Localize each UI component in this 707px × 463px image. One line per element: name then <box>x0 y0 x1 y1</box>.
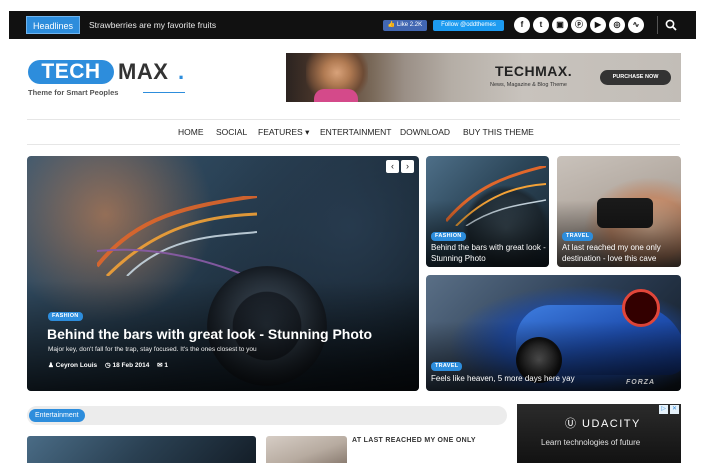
pinterest-icon[interactable]: ⓟ <box>571 17 587 33</box>
card-title-link[interactable]: At last reached my one only destination … <box>562 242 680 264</box>
purchase-now-button[interactable]: PURCHASE NOW <box>600 70 671 85</box>
hero-author[interactable]: ♟ Ceyron Louis <box>48 362 97 369</box>
ad-choices-icon[interactable]: ▷ <box>659 405 668 414</box>
post-thumbnail[interactable] <box>27 436 256 463</box>
nav-item-buy-this-theme[interactable]: BUY THIS THEME <box>463 127 534 137</box>
ad-logo: Ⓤ UDACITY <box>565 418 641 430</box>
headlines-label: Headlines <box>26 16 81 34</box>
nav-divider-top <box>27 119 680 120</box>
rss-icon[interactable]: ∿ <box>628 17 644 33</box>
card-title-link[interactable]: Behind the bars with great look - Stunni… <box>431 242 549 264</box>
facebook-icon[interactable]: f <box>514 17 530 33</box>
featured-slider[interactable] <box>27 156 419 391</box>
banner-person-shirt <box>314 89 358 102</box>
logo-part-tech: TECH <box>28 60 114 84</box>
banner-title: TECHMAX. <box>495 63 573 79</box>
forza-watermark: FORZA <box>626 379 656 386</box>
post-card[interactable]: TRAVEL At last reached my one only desti… <box>557 156 681 267</box>
card-category-badge[interactable]: TRAVEL <box>431 362 463 371</box>
site-tagline: Theme for Smart Peoples <box>28 88 119 97</box>
dribbble-icon[interactable]: ◎ <box>609 17 625 33</box>
instagram-icon[interactable]: ▣ <box>552 17 568 33</box>
youtube-icon[interactable]: ▶ <box>590 17 606 33</box>
slider-next-button[interactable]: › <box>401 160 414 173</box>
ad-close-icon[interactable]: ✕ <box>670 405 679 414</box>
banner-subtitle: News, Magazine & Blog Theme <box>490 82 567 88</box>
section-label-entertainment[interactable]: Entertainment <box>29 409 85 422</box>
post-card[interactable]: FASHION Behind the bars with great look … <box>426 156 549 267</box>
post-thumbnail[interactable] <box>266 436 347 463</box>
card-category-badge[interactable]: FASHION <box>431 232 466 241</box>
card-title-link[interactable]: Feels like heaven, 5 more days here yay <box>431 373 575 384</box>
logo-part-max: MAX <box>118 59 169 84</box>
twitter-icon[interactable]: t <box>533 17 549 33</box>
header-banner-ad[interactable]: TECHMAX. News, Magazine & Blog Theme PUR… <box>286 53 681 102</box>
hero-meta: ♟ Ceyron Louis ◷ 18 Feb 2014 ✉ 1 <box>48 361 174 369</box>
nav-item-home[interactable]: HOME <box>178 127 204 137</box>
nav-item-download[interactable]: DOWNLOAD <box>400 127 450 137</box>
top-bar: Headlines Strawberries are my favorite f… <box>9 11 696 39</box>
hero-date: ◷ 18 Feb 2014 <box>104 362 150 369</box>
hero-cables-image <box>97 196 257 276</box>
logo-dot: . <box>178 59 185 84</box>
divider <box>657 16 658 34</box>
news-ticker-link[interactable]: Strawberries are my favorite fruits <box>89 18 216 32</box>
post-title-link[interactable]: AT LAST REACHED MY ONE ONLY <box>352 437 476 444</box>
section-header-bar <box>27 406 507 425</box>
twitter-follow-button[interactable]: Follow @oddthemes <box>433 20 504 31</box>
search-icon[interactable] <box>665 19 677 31</box>
slider-prev-button[interactable]: ‹ <box>386 160 399 173</box>
nav-item-features[interactable]: FEATURES ▾ <box>258 127 309 138</box>
page: Headlines Strawberries are my favorite f… <box>0 0 707 463</box>
facebook-like-button[interactable]: 👍 Like 2.2K <box>383 20 427 31</box>
tagline-underline <box>143 92 185 93</box>
hero-comments[interactable]: ✉ 1 <box>157 362 168 369</box>
hero-excerpt: Major key, don't fall for the trap, stay… <box>48 346 257 353</box>
post-card[interactable]: FORZA TRAVEL Feels like heaven, 5 more d… <box>426 275 681 391</box>
nav-item-entertainment[interactable]: ENTERTAINMENT <box>320 127 391 137</box>
nav-item-social[interactable]: SOCIAL <box>216 127 247 137</box>
ad-subtitle: Learn technologies of future <box>541 438 641 447</box>
sidebar-ad[interactable] <box>517 404 681 463</box>
hero-title-link[interactable]: Behind the bars with great look - Stunni… <box>47 326 372 342</box>
nav-divider-bottom <box>27 144 680 145</box>
card-category-badge[interactable]: TRAVEL <box>562 232 594 241</box>
hero-category-badge[interactable]: FASHION <box>48 312 83 321</box>
